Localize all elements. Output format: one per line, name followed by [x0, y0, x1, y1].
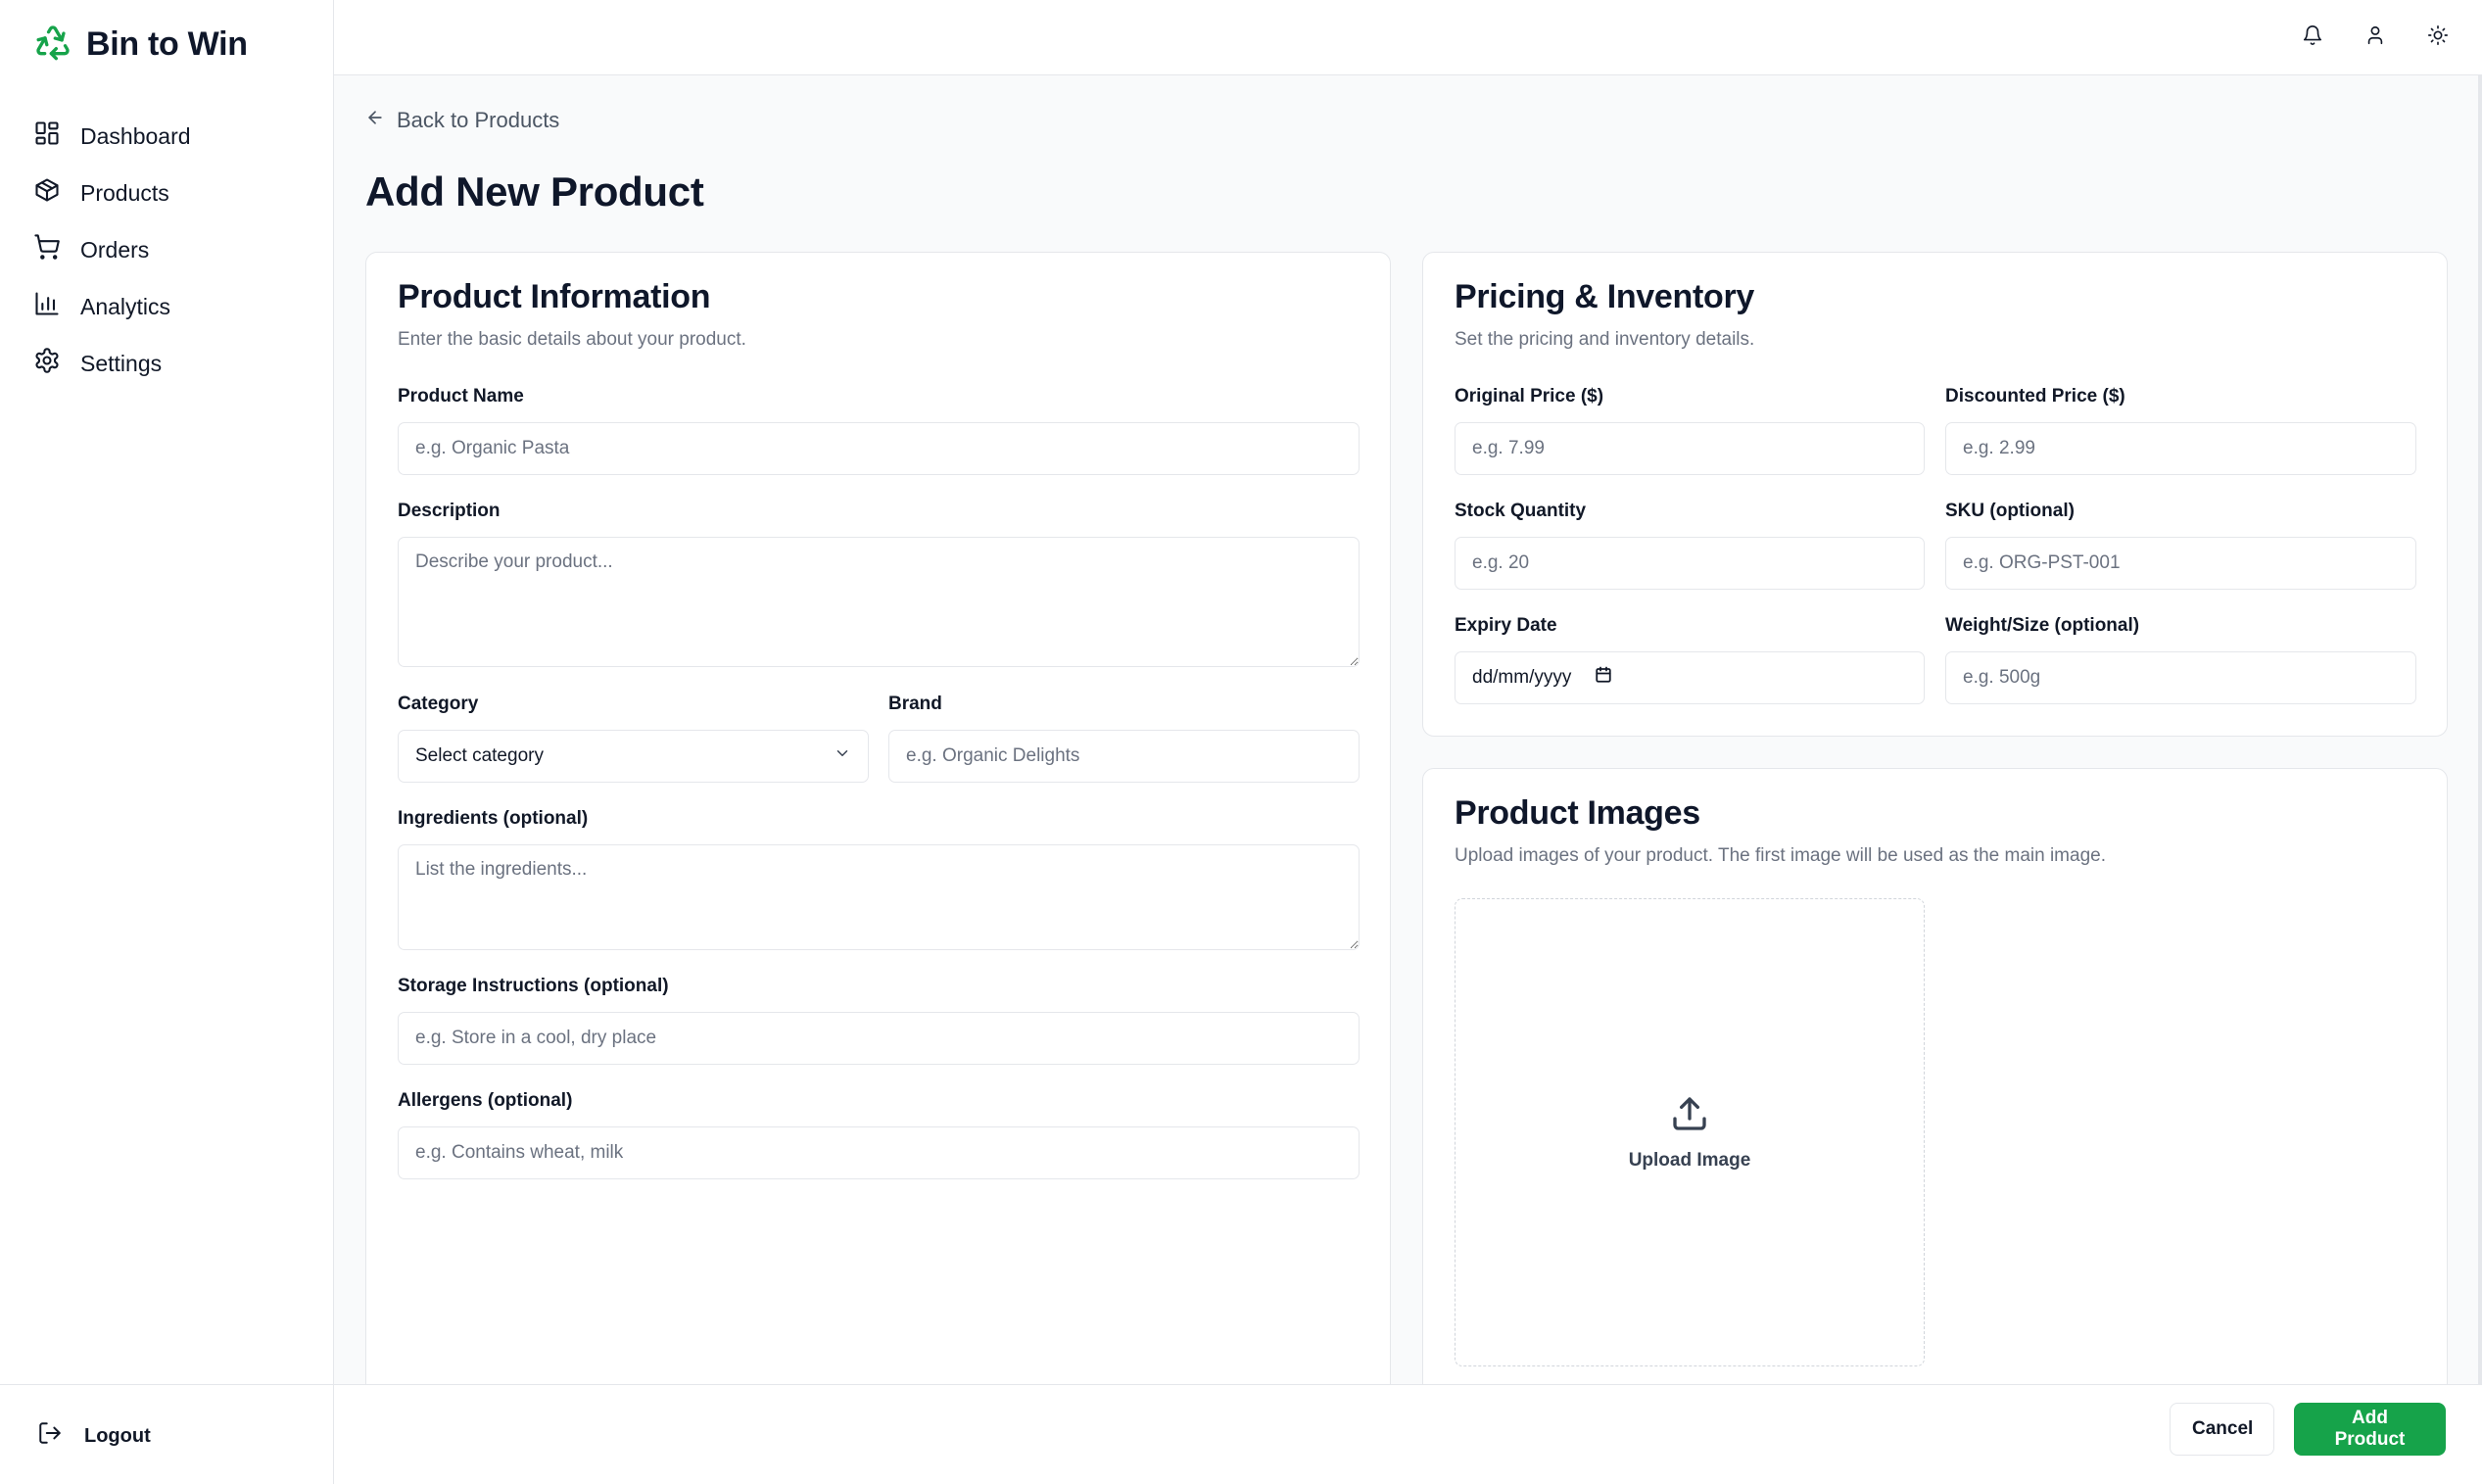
form-action-bar: Cancel Add Product — [334, 1384, 2482, 1484]
original-price-input[interactable] — [1455, 422, 1925, 475]
ingredients-label: Ingredients (optional) — [398, 808, 589, 829]
sidebar-item-dashboard[interactable]: Dashboard — [33, 108, 317, 165]
pricing-inventory-card: Pricing & Inventory Set the pricing and … — [1422, 252, 2448, 737]
sidebar-item-orders[interactable]: Orders — [33, 221, 317, 278]
logout-icon — [37, 1420, 63, 1452]
card-title: Product Images — [1455, 794, 1700, 832]
app-name: Bin to Win — [86, 24, 248, 63]
storage-instructions-input[interactable] — [398, 1012, 1360, 1065]
category-select[interactable]: Select category — [398, 730, 869, 783]
sun-icon — [2427, 24, 2449, 51]
page-title: Add New Product — [365, 168, 704, 215]
sidebar-item-label: Products — [80, 179, 169, 206]
dashboard-icon — [33, 120, 61, 153]
notifications-button[interactable] — [2295, 20, 2330, 55]
back-link-label: Back to Products — [397, 108, 560, 132]
sidebar: Bin to Win Dashboard Products Orders Ana… — [0, 0, 334, 1484]
sidebar-item-label: Analytics — [80, 293, 171, 319]
cancel-button[interactable]: Cancel — [2170, 1403, 2274, 1456]
upload-icon — [1670, 1094, 1709, 1138]
product-name-input[interactable] — [398, 422, 1360, 475]
sidebar-item-label: Orders — [80, 236, 150, 263]
card-title: Pricing & Inventory — [1455, 278, 1755, 315]
sku-label: SKU (optional) — [1945, 501, 2075, 521]
description-label: Description — [398, 501, 501, 521]
discounted-price-label: Discounted Price ($) — [1945, 386, 2125, 407]
card-subtitle: Set the pricing and inventory details. — [1455, 329, 1755, 350]
weight-size-input[interactable] — [1945, 651, 2416, 704]
expiry-date-label: Expiry Date — [1455, 615, 1557, 636]
category-label: Category — [398, 694, 479, 714]
bell-icon — [2302, 24, 2323, 51]
back-to-products-link[interactable]: Back to Products — [365, 108, 559, 133]
scrollbar[interactable] — [2478, 75, 2482, 1384]
add-product-button[interactable]: Add Product — [2294, 1403, 2446, 1456]
sidebar-item-label: Dashboard — [80, 122, 191, 149]
logout-label: Logout — [84, 1424, 151, 1447]
sidebar-item-products[interactable]: Products — [33, 165, 317, 221]
sidebar-footer: Logout — [0, 1384, 333, 1484]
original-price-label: Original Price ($) — [1455, 386, 1604, 407]
box-icon — [33, 176, 61, 210]
weight-size-label: Weight/Size (optional) — [1945, 615, 2140, 636]
profile-button[interactable] — [2358, 20, 2393, 55]
arrow-left-icon — [365, 108, 385, 133]
brand[interactable]: Bin to Win — [33, 22, 248, 67]
storage-instructions-label: Storage Instructions (optional) — [398, 976, 669, 996]
card-subtitle: Upload images of your product. The first… — [1455, 845, 2106, 866]
cart-icon — [33, 233, 61, 266]
stock-quantity-label: Stock Quantity — [1455, 501, 1587, 521]
brand-label: Brand — [888, 694, 942, 714]
sidebar-nav: Dashboard Products Orders Analytics Sett… — [33, 108, 317, 392]
discounted-price-input[interactable] — [1945, 422, 2416, 475]
bar-chart-icon — [33, 290, 61, 323]
sidebar-item-label: Settings — [80, 350, 163, 376]
sku-input[interactable] — [1945, 537, 2416, 590]
card-title: Product Information — [398, 278, 711, 315]
allergens-input[interactable] — [398, 1126, 1360, 1179]
sidebar-item-settings[interactable]: Settings — [33, 335, 317, 392]
ingredients-textarea[interactable] — [398, 844, 1360, 950]
allergens-label: Allergens (optional) — [398, 1090, 573, 1111]
calendar-icon — [1595, 666, 1612, 690]
upload-image-label: Upload Image — [1628, 1149, 1751, 1171]
sidebar-item-analytics[interactable]: Analytics — [33, 278, 317, 335]
category-select-value: Select category — [415, 745, 544, 766]
stock-quantity-input[interactable] — [1455, 537, 1925, 590]
expiry-date-input[interactable]: dd/mm/yyyy — [1455, 651, 1925, 704]
recycle-icon — [33, 23, 72, 67]
product-name-label: Product Name — [398, 386, 524, 407]
theme-toggle-button[interactable] — [2420, 20, 2456, 55]
card-subtitle: Enter the basic details about your produ… — [398, 329, 746, 350]
chevron-down-icon — [834, 744, 851, 768]
description-textarea[interactable] — [398, 537, 1360, 667]
product-information-card: Product Information Enter the basic deta… — [365, 252, 1391, 1417]
brand-input[interactable] — [888, 730, 1360, 783]
expiry-date-value: dd/mm/yyyy — [1472, 667, 1572, 688]
gear-icon — [33, 347, 61, 380]
upload-image-dropzone[interactable]: Upload Image — [1455, 898, 1925, 1366]
user-icon — [2364, 24, 2386, 51]
top-bar — [334, 0, 2482, 75]
product-images-card: Product Images Upload images of your pro… — [1422, 768, 2448, 1417]
logout-button[interactable]: Logout — [37, 1420, 151, 1452]
